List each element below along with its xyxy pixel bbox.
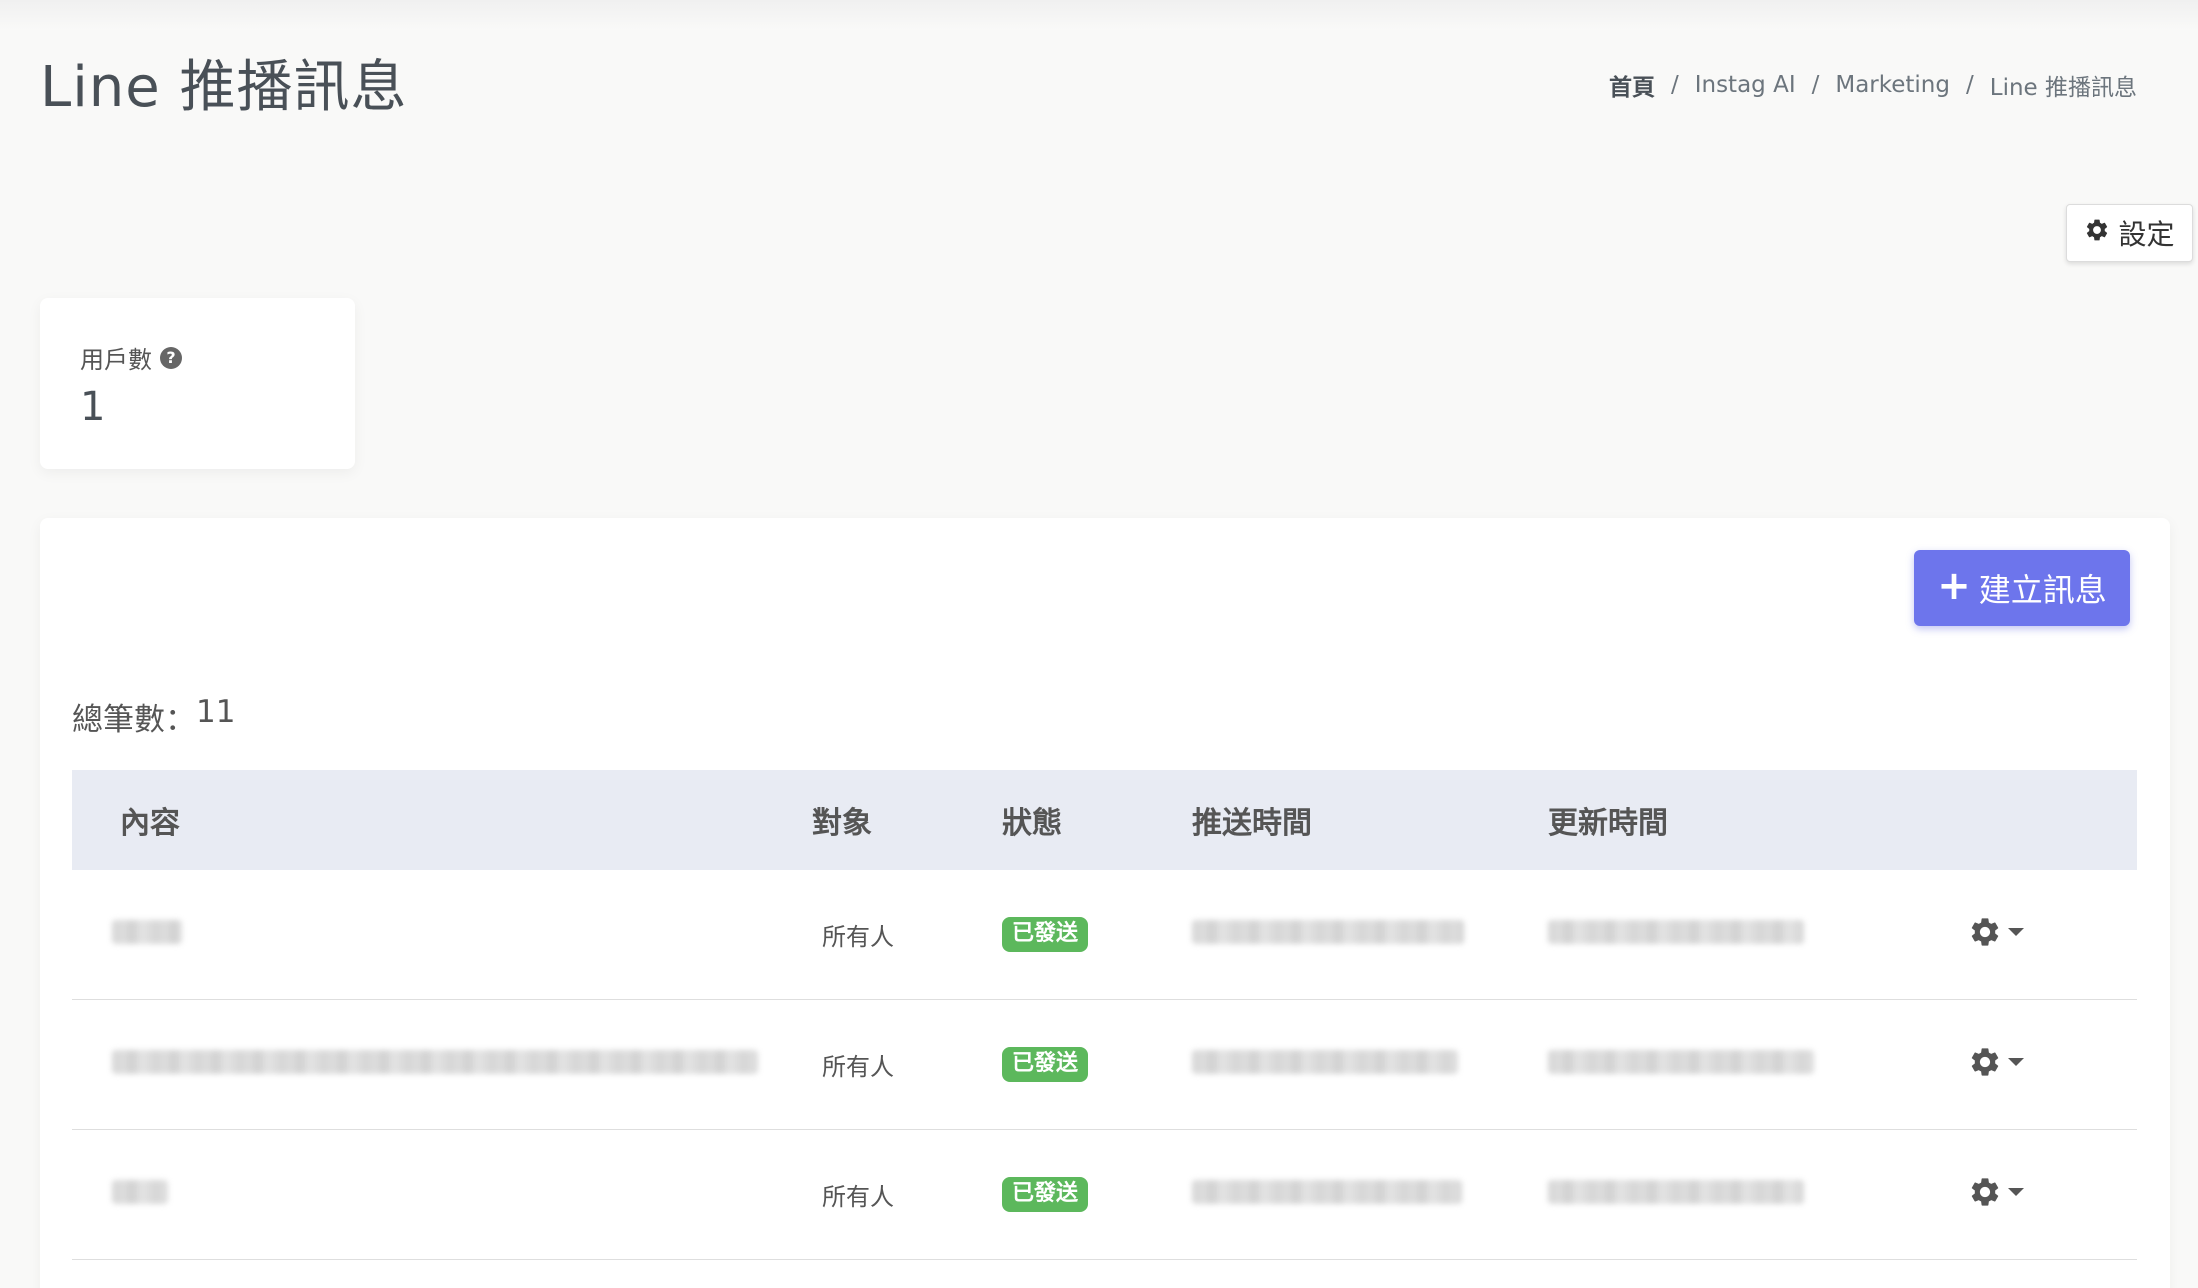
- user-count-card: 用戶數 ? 1: [40, 298, 355, 469]
- breadcrumb-separator: /: [1811, 72, 1820, 98]
- page: Line 推播訊息 首頁 / Instag AI / Marketing / L…: [0, 0, 2198, 1288]
- gear-icon: [2084, 217, 2110, 250]
- cell-audience: 所有人: [812, 870, 1002, 1000]
- column-header-status: 狀態: [1002, 806, 1062, 841]
- redacted-push-time: [1192, 1179, 1462, 1204]
- chevron-down-icon: [2008, 1187, 2024, 1196]
- user-count-label-wrap: 用戶數 ?: [80, 340, 182, 375]
- breadcrumb-separator: /: [1670, 72, 1679, 98]
- row-actions-dropdown[interactable]: [1968, 915, 2024, 949]
- settings-button-label: 設定: [2118, 218, 2175, 251]
- redacted-push-time: [1192, 919, 1464, 944]
- redacted-update-time: [1548, 1049, 1814, 1074]
- redacted-content: [112, 1049, 758, 1074]
- cell-push-time: [1192, 999, 1548, 1130]
- cell-audience: 所有人: [812, 1129, 1002, 1260]
- row-actions-dropdown[interactable]: [1968, 1045, 2024, 1079]
- messages-card: + 建立訊息 總筆數： 11 內容 對象 狀態 推送時間 更新時間 所有人 已發…: [40, 518, 2170, 1288]
- row-actions-dropdown[interactable]: [1968, 1175, 2024, 1209]
- chevron-down-icon: [2008, 1057, 2024, 1066]
- cell-update-time: [1548, 870, 1938, 1000]
- cell-audience: 所有人: [812, 999, 1002, 1130]
- page-title: Line 推播訊息: [40, 55, 408, 120]
- column-header-push-time: 推送時間: [1192, 806, 1312, 841]
- table-row[interactable]: 所有人 已發送: [72, 870, 2137, 1000]
- gear-icon: [1971, 917, 1999, 946]
- settings-button[interactable]: 設定: [2066, 204, 2193, 262]
- cell-content: [72, 870, 812, 1000]
- cell-actions: [1938, 1129, 2137, 1260]
- table-row[interactable]: 所有人 已發送: [72, 999, 2137, 1130]
- total-count-value: 11: [196, 694, 236, 730]
- column-header-audience: 對象: [812, 806, 872, 841]
- breadcrumb: 首頁 / Instag AI / Marketing / Line 推播訊息: [1609, 68, 2137, 102]
- redacted-push-time: [1192, 1049, 1458, 1074]
- total-count: 總筆數： 11: [72, 694, 235, 739]
- cell-content: [72, 1129, 812, 1260]
- cell-actions: [1938, 870, 2137, 1000]
- gear-icon: [1971, 1047, 1999, 1076]
- cell-update-time: [1548, 999, 1938, 1130]
- total-count-label: 總筆數：: [72, 702, 196, 738]
- breadcrumb-current: Line 推播訊息: [1989, 75, 2137, 101]
- table-header-row: 內容 對象 狀態 推送時間 更新時間: [72, 770, 2137, 870]
- create-message-button[interactable]: + 建立訊息: [1914, 550, 2130, 626]
- table-row[interactable]: 所有人 已發送: [72, 1129, 2137, 1260]
- cell-status: 已發送: [1002, 999, 1192, 1130]
- breadcrumb-separator: /: [1966, 72, 1974, 98]
- gear-icon: [1971, 1177, 1999, 1206]
- cell-status: 已發送: [1002, 870, 1192, 1000]
- redacted-update-time: [1548, 919, 1804, 944]
- breadcrumb-marketing-link[interactable]: Marketing: [1835, 72, 1950, 98]
- column-header-content: 內容: [120, 806, 180, 841]
- user-count-label: 用戶數: [80, 346, 152, 374]
- redacted-content: [112, 1179, 168, 1204]
- create-message-label: 建立訊息: [1978, 571, 2107, 609]
- cell-actions: [1938, 999, 2137, 1130]
- cell-push-time: [1192, 870, 1548, 1000]
- breadcrumb-instag-ai-link[interactable]: Instag AI: [1695, 72, 1796, 98]
- redacted-update-time: [1548, 1179, 1804, 1204]
- column-header-actions: [1938, 770, 2137, 870]
- messages-table: 內容 對象 狀態 推送時間 更新時間 所有人 已發送 所有人 已發送 所有人 已…: [72, 770, 2137, 1260]
- user-count-value: 1: [80, 384, 106, 430]
- cell-update-time: [1548, 1129, 1938, 1260]
- redacted-content: [112, 919, 182, 944]
- chevron-down-icon: [2008, 927, 2024, 936]
- cell-push-time: [1192, 1129, 1548, 1260]
- status-badge: 已發送: [1002, 1047, 1089, 1082]
- help-icon[interactable]: ?: [160, 346, 182, 369]
- plus-icon: +: [1937, 563, 1971, 609]
- cell-status: 已發送: [1002, 1129, 1192, 1260]
- status-badge: 已發送: [1002, 1177, 1089, 1212]
- status-badge: 已發送: [1002, 917, 1089, 952]
- breadcrumb-home-link[interactable]: 首頁: [1609, 68, 1655, 102]
- cell-content: [72, 999, 812, 1130]
- column-header-update-time: 更新時間: [1548, 806, 1668, 841]
